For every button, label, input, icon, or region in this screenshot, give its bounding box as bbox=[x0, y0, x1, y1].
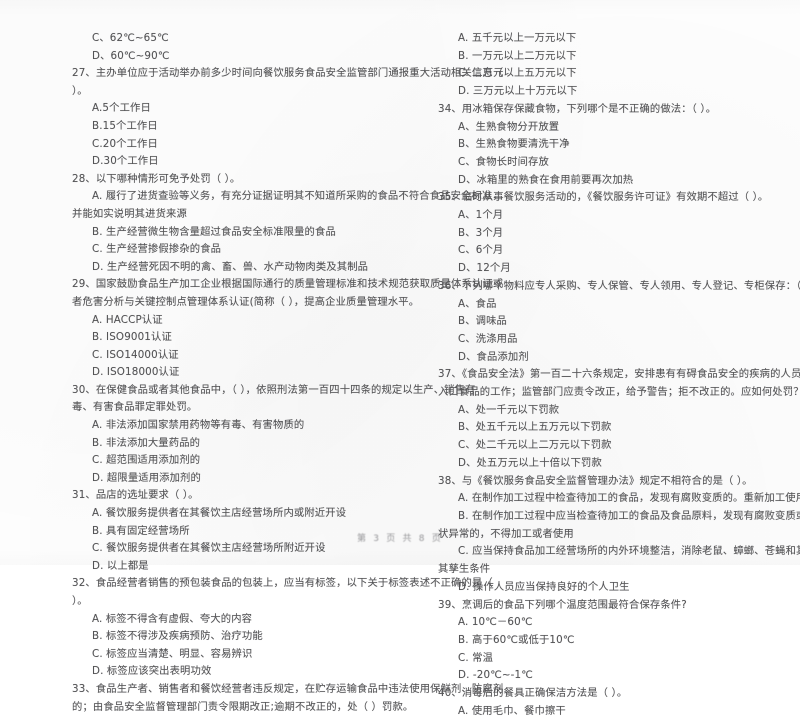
option-line: B. 非法添加大量药品的 bbox=[92, 436, 201, 449]
right-text-column: A. 五千元以上一万元以下 B. 一万元以上二万元以下 C. 二万元以上五万元以下 D… bbox=[438, 30, 800, 720]
option-line: A. 标签不得含有虚假、夸大的内容 bbox=[92, 612, 253, 625]
option-line: D. 标签应该突出表明功效 bbox=[92, 665, 212, 678]
option-line: C. 标签应当清楚、明显、容易辨识 bbox=[92, 647, 253, 660]
option-line: D. 以上都是 bbox=[92, 559, 149, 572]
option-line: C. 常温 bbox=[458, 651, 494, 664]
question-line: 31、品店的选址要求（ ）。 bbox=[72, 489, 199, 502]
option-line: D. 生产经营死因不明的禽、畜、兽、水产动物肉类及其制品 bbox=[92, 260, 369, 273]
option-line: A. 在制作加工过程中检查待加工的食品，发现有腐败变质的。重新加工使用 bbox=[458, 492, 800, 505]
option-line: B. 标签不得涉及疾病预防、治疗功能 bbox=[92, 630, 263, 643]
option-line: A. 履行了进货查验等义务，有充分证据证明其不知道所采购的食品不符合食品安全标准… bbox=[92, 190, 503, 203]
option-line: D、12个月 bbox=[458, 262, 511, 275]
option-line: 其孳生条件 bbox=[438, 563, 491, 576]
question-line: 36、下列哪个物料应专人采购、专人保管、专人领用、专人登记、专柜保存：（ ） bbox=[438, 279, 800, 292]
option-line: A、生熟食物分开放置 bbox=[458, 120, 560, 133]
option-line: A、1个月 bbox=[458, 209, 504, 222]
option-line: A. 10℃－60℃ bbox=[458, 616, 533, 629]
question-line: 40、消毒后的餐具正确保洁方法是（ ）。 bbox=[438, 687, 628, 700]
question-line: 35、临时从事餐饮服务活动的，《餐饮服务许可证》有效期不超过（ ）。 bbox=[438, 191, 769, 204]
option-line: D、食品添加剂 bbox=[458, 350, 529, 363]
option-line: B.15个工作日 bbox=[92, 119, 158, 132]
option-line: C. 二万元以上五万元以下 bbox=[458, 67, 577, 80]
option-line: D、60℃~90℃ bbox=[92, 49, 170, 62]
question-line: 39、烹调后的食品下列哪个温度范围最符合保存条件? bbox=[438, 598, 687, 611]
scanned-exam-page: C、62℃~65℃ D、60℃~90℃ 27、主办单位应于活动举办前多少时间向餐饮服… bbox=[0, 0, 800, 717]
question-line: ）。 bbox=[72, 84, 88, 97]
option-line: C. 生产经营掺假掺杂的食品 bbox=[92, 243, 222, 256]
option-line: C. 超范围适用添加剂的 bbox=[92, 454, 201, 467]
option-line: C. 应当保持食品加工经营场所的内外环境整洁，消除老鼠、蟑螂、苍蝇和其他有害昆虫… bbox=[458, 545, 800, 558]
option-line: C、食物长时间存放 bbox=[458, 155, 549, 168]
question-line: 28、以下哪种情形可免予处罚（ ）。 bbox=[72, 172, 241, 185]
option-line: C、洗涤用品 bbox=[458, 332, 518, 345]
option-line: C. ISO14000认证 bbox=[92, 348, 179, 361]
question-line: 入口食品的工作；监管部门应责令改正，给予警告；拒不改正的。应如何处罚？（ ）。 bbox=[438, 386, 800, 399]
option-line: A. 餐饮服务提供者在其餐饮主店经营场所内或附近开设 bbox=[92, 507, 347, 520]
question-line: 33、食品生产者、销售者和餐饮经营者违反规定，在贮存运输食品中违法使用保鲜剂、防… bbox=[72, 682, 504, 695]
question-line: 27、主办单位应于活动举办前多少时间向餐饮服务食品安全监管部门通报重大活动相关信… bbox=[72, 67, 504, 80]
option-line: A、食品 bbox=[458, 297, 497, 310]
option-line: A、处一千元以下罚款 bbox=[458, 403, 560, 416]
option-line: B. 高于60℃或低于10℃ bbox=[458, 633, 575, 646]
option-line: D.30个工作日 bbox=[92, 155, 159, 168]
option-line: B、生熟食物要清洗干净 bbox=[458, 138, 570, 151]
option-line: A. 非法添加国家禁用药物等有毒、有害物质的 bbox=[92, 419, 305, 432]
option-line: 并能如实说明其进货来源 bbox=[72, 207, 187, 220]
option-line: B. 在制作加工过程中应当检查待加工的食品及食品原料，发现有腐败变质或者其他感官… bbox=[458, 509, 800, 522]
option-line: C、6个月 bbox=[458, 244, 504, 257]
question-line: 者危害分析与关键控制点管理体系认证(简称（ ），提高企业质量管理水平。 bbox=[72, 295, 420, 308]
page-ink-layer: C、62℃~65℃ D、60℃~90℃ 27、主办单位应于活动举办前多少时间向餐饮服… bbox=[0, 0, 800, 717]
question-line: 32、食品经营者销售的预包装食品的包装上，应当有标签，以下关于标签表述不正确的是… bbox=[72, 577, 493, 590]
option-line: C.20个工作日 bbox=[92, 137, 158, 150]
option-line: B. ISO9001认证 bbox=[92, 331, 172, 344]
option-line: D、处五万元以上十倍以下罚款 bbox=[458, 456, 602, 469]
left-text-column: C、62℃~65℃ D、60℃~90℃ 27、主办单位应于活动举办前多少时间向餐饮服… bbox=[72, 30, 504, 716]
option-line: B. 生产经营微生物含量超过食品安全标准限量的食品 bbox=[92, 225, 336, 238]
option-line: D. 三万元以上十万元以下 bbox=[458, 85, 578, 98]
option-line: A. 使用毛巾、餐巾擦干 bbox=[458, 704, 566, 717]
option-line: B、调味品 bbox=[458, 315, 508, 328]
question-line: ）。 bbox=[72, 595, 88, 607]
option-line: C、处二千元以上二万元以下罚款 bbox=[458, 439, 612, 452]
question-line: 的；由食品安全监督管理部门责令限期改正;逾期不改正的，处（ ）罚款。 bbox=[72, 700, 414, 713]
page-footer: 第 3 页 共 8 页 bbox=[357, 534, 443, 544]
option-line: B、3个月 bbox=[458, 226, 504, 239]
option-line: B. 一万元以上二万元以下 bbox=[458, 49, 577, 62]
option-line: D、冰箱里的熟食在食用前要再次加热 bbox=[458, 173, 634, 186]
option-line: D. 超限量适用添加剂的 bbox=[92, 471, 201, 484]
option-line: A.5个工作日 bbox=[92, 102, 151, 115]
question-line: 29、国家鼓励食品生产加工企业根据国际通行的质量管理标准和技术规范获取质量体系认… bbox=[72, 278, 504, 291]
option-line: A. HACCP认证 bbox=[92, 313, 163, 326]
option-line: C、62℃~65℃ bbox=[92, 32, 169, 44]
question-line: 37、《食品安全法》第一百二十六条规定，安排患有有碍食品安全的疾病的人员从事接触… bbox=[438, 368, 800, 381]
question-line: 38、与《餐饮服务食品安全监督管理办法》规定不相符合的是（ ）。 bbox=[438, 474, 753, 487]
option-line: D. -20℃~-1℃ bbox=[458, 669, 533, 682]
question-line: 30、在保健食品或者其他食品中，（ ），依照刑法第一百四十四条的规定以生产、销售… bbox=[72, 383, 476, 396]
option-line: D. ISO18000认证 bbox=[92, 366, 180, 379]
two-column-body: C、62℃~65℃ D、60℃~90℃ 27、主办单位应于活动举办前多少时间向餐饮服… bbox=[0, 30, 800, 717]
question-line: 34、用冰箱保存保藏食物，下列哪个是不正确的做法：（ ）。 bbox=[438, 102, 717, 115]
option-line: A. 五千元以上一万元以下 bbox=[458, 32, 577, 44]
question-line: 毒、有害食品罪定罪处罚。 bbox=[72, 401, 198, 414]
option-line: D. 操作人员应当保持良好的个人卫生 bbox=[458, 580, 630, 593]
option-line: B、处五千元以上五万元以下罚款 bbox=[458, 421, 612, 434]
